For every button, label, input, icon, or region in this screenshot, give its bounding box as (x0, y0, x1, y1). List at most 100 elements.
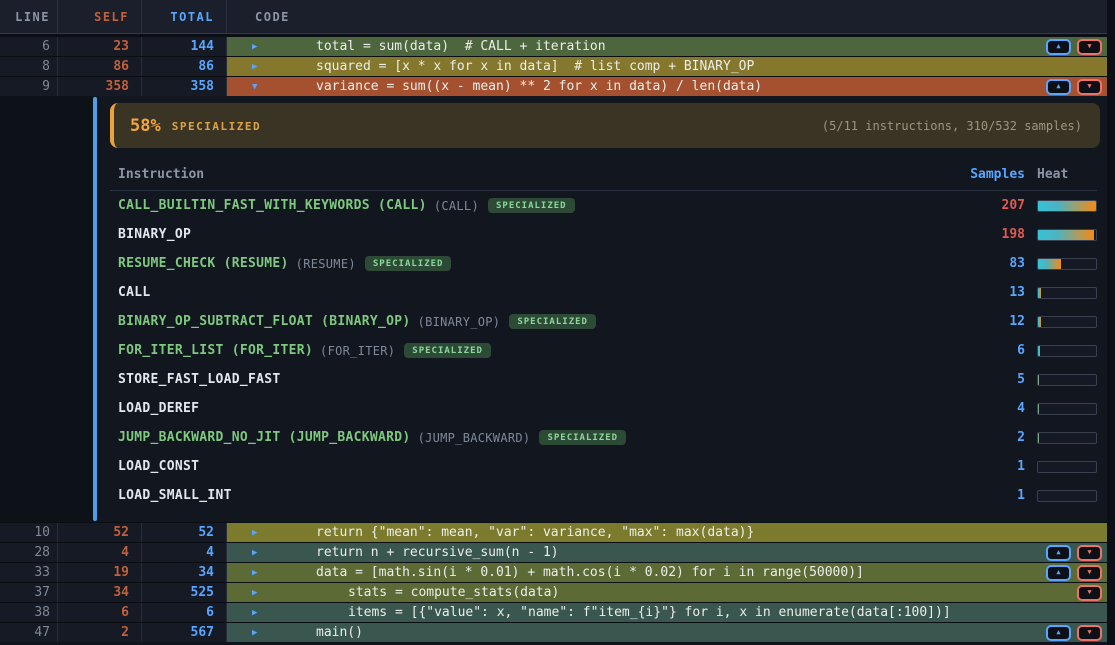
self-samples: 358 (58, 77, 142, 96)
heat-bar (1037, 432, 1097, 444)
code-cell[interactable]: ▶ total = sum(data) # CALL + iteration ▲… (227, 37, 1107, 56)
code-text: squared = [x * x for x in data] # list c… (227, 57, 754, 77)
code-text: items = [{"value": x, "name": f"item_{i}… (227, 603, 951, 623)
heat-bar (1037, 403, 1097, 415)
total-samples: 525 (142, 583, 227, 602)
expand-toggle-icon[interactable]: ▶ (252, 623, 257, 642)
specialized-percent: 58% (130, 116, 161, 136)
specialized-label: SPECIALIZED (172, 120, 261, 133)
code-text: return {"mean": mean, "var": variance, "… (227, 523, 754, 543)
column-header-instruction: Instruction (110, 167, 905, 182)
heat-bar (1037, 200, 1097, 212)
line-number: 9 (0, 77, 58, 96)
heat-bar (1037, 374, 1097, 386)
code-text: total = sum(data) # CALL + iteration (227, 37, 606, 57)
instruction-name: LOAD_CONST (110, 459, 905, 474)
code-text: data = [math.sin(i * 0.01) + math.cos(i … (227, 563, 864, 583)
code-cell[interactable]: ▶ main() ▲ ▼ (227, 623, 1107, 642)
total-samples: 567 (142, 623, 227, 642)
instruction-row: LOAD_SMALL_INT 1 (110, 481, 1097, 510)
instruction-name-text: CALL_BUILTIN_FAST_WITH_KEYWORDS (CALL) (118, 198, 427, 213)
expand-toggle-icon[interactable]: ▶ (252, 583, 257, 602)
code-cell[interactable]: ▶ return {"mean": mean, "var": variance,… (227, 523, 1107, 542)
instruction-row: BINARY_OP 198 (110, 220, 1097, 249)
column-header-samples: Samples (905, 167, 1025, 182)
total-samples: 4 (142, 543, 227, 562)
jump-down-button[interactable]: ▼ (1077, 39, 1102, 55)
column-header-code: CODE (227, 0, 1107, 34)
jump-down-button[interactable]: ▼ (1077, 625, 1102, 641)
expand-toggle-icon[interactable]: ▶ (252, 57, 257, 76)
expand-toggle-icon[interactable]: ▶ (252, 523, 257, 542)
instruction-samples: 13 (905, 285, 1025, 300)
line-number: 28 (0, 543, 58, 562)
jump-up-button[interactable]: ▲ (1046, 39, 1071, 55)
code-text: main() (227, 623, 363, 643)
instruction-base-opcode: (RESUME) (296, 257, 356, 271)
expand-toggle-icon[interactable]: ▼ (252, 77, 257, 96)
code-cell[interactable]: ▶ stats = compute_stats(data) ▲ ▼ (227, 583, 1107, 602)
table-row: 47 2 567 ▶ main() ▲ ▼ (0, 622, 1107, 642)
code-cell[interactable]: ▶ squared = [x * x for x in data] # list… (227, 57, 1107, 76)
self-samples: 86 (58, 57, 142, 76)
instruction-base-opcode: (JUMP_BACKWARD) (418, 431, 531, 445)
self-samples: 4 (58, 543, 142, 562)
instruction-name-text: JUMP_BACKWARD_NO_JIT (JUMP_BACKWARD) (118, 430, 411, 445)
total-samples: 6 (142, 603, 227, 622)
total-samples: 52 (142, 523, 227, 542)
expand-toggle-icon[interactable]: ▶ (252, 37, 257, 56)
self-samples: 34 (58, 583, 142, 602)
instruction-samples: 12 (905, 314, 1025, 329)
row-buttons: ▲ ▼ (1046, 625, 1102, 641)
expand-toggle-icon[interactable]: ▶ (252, 603, 257, 622)
code-text: stats = compute_stats(data) (227, 583, 559, 603)
instruction-row: LOAD_CONST 1 (110, 452, 1097, 481)
code-cell[interactable]: ▶ return n + recursive_sum(n - 1) ▲ ▼ (227, 543, 1107, 562)
jump-up-button[interactable]: ▲ (1046, 545, 1071, 561)
instruction-name: BINARY_OP_SUBTRACT_FLOAT (BINARY_OP) (BI… (110, 314, 905, 329)
table-row: 6 23 144 ▶ total = sum(data) # CALL + it… (0, 36, 1107, 56)
heat-bar-fill (1038, 288, 1041, 298)
heat-bar-fill (1038, 433, 1039, 443)
instruction-row: CALL 13 (110, 278, 1097, 307)
total-samples: 358 (142, 77, 227, 96)
instruction-name: LOAD_SMALL_INT (110, 488, 905, 503)
jump-down-button[interactable]: ▼ (1077, 565, 1102, 581)
instruction-name: BINARY_OP (110, 227, 905, 242)
instruction-row: CALL_BUILTIN_FAST_WITH_KEYWORDS (CALL) (… (110, 191, 1097, 220)
instruction-name-text: LOAD_DEREF (118, 401, 199, 416)
jump-up-button[interactable]: ▲ (1046, 79, 1071, 95)
instruction-name-text: LOAD_CONST (118, 459, 199, 474)
instruction-row: STORE_FAST_LOAD_FAST 5 (110, 365, 1097, 394)
instruction-name: RESUME_CHECK (RESUME) (RESUME) SPECIALIZ… (110, 256, 905, 271)
instruction-samples: 83 (905, 256, 1025, 271)
line-number: 33 (0, 563, 58, 582)
code-cell[interactable]: ▼ variance = sum((x - mean) ** 2 for x i… (227, 77, 1107, 96)
expand-toggle-icon[interactable]: ▶ (252, 543, 257, 562)
row-buttons: ▲ ▼ (1046, 39, 1102, 55)
specialized-badge: SPECIALIZED (404, 343, 491, 358)
code-rows-bottom: 10 52 52 ▶ return {"mean": mean, "var": … (0, 522, 1107, 642)
self-samples: 23 (58, 37, 142, 56)
code-cell[interactable]: ▶ data = [math.sin(i * 0.01) + math.cos(… (227, 563, 1107, 582)
code-cell[interactable]: ▶ items = [{"value": x, "name": f"item_{… (227, 603, 1107, 622)
instruction-row: LOAD_DEREF 4 (110, 394, 1097, 423)
jump-down-button[interactable]: ▼ (1077, 585, 1102, 601)
jump-down-button[interactable]: ▼ (1077, 545, 1102, 561)
jump-up-button[interactable]: ▲ (1046, 565, 1071, 581)
specialized-badge: SPECIALIZED (488, 198, 575, 213)
jump-up-button[interactable]: ▲ (1046, 625, 1071, 641)
expand-toggle-icon[interactable]: ▶ (252, 563, 257, 582)
profiler-app: LINE SELF TOTAL CODE 6 23 144 ▶ total = … (0, 0, 1107, 645)
table-header: LINE SELF TOTAL CODE (0, 0, 1107, 36)
instruction-samples: 2 (905, 430, 1025, 445)
jump-down-button[interactable]: ▼ (1077, 79, 1102, 95)
table-row: 37 34 525 ▶ stats = compute_stats(data) … (0, 582, 1107, 602)
heat-bar-fill (1038, 404, 1039, 414)
total-samples: 86 (142, 57, 227, 76)
instruction-base-opcode: (BINARY_OP) (418, 315, 501, 329)
instruction-rows: CALL_BUILTIN_FAST_WITH_KEYWORDS (CALL) (… (110, 191, 1097, 510)
heat-bar-fill (1038, 230, 1094, 240)
line-number: 47 (0, 623, 58, 642)
line-number: 10 (0, 523, 58, 542)
